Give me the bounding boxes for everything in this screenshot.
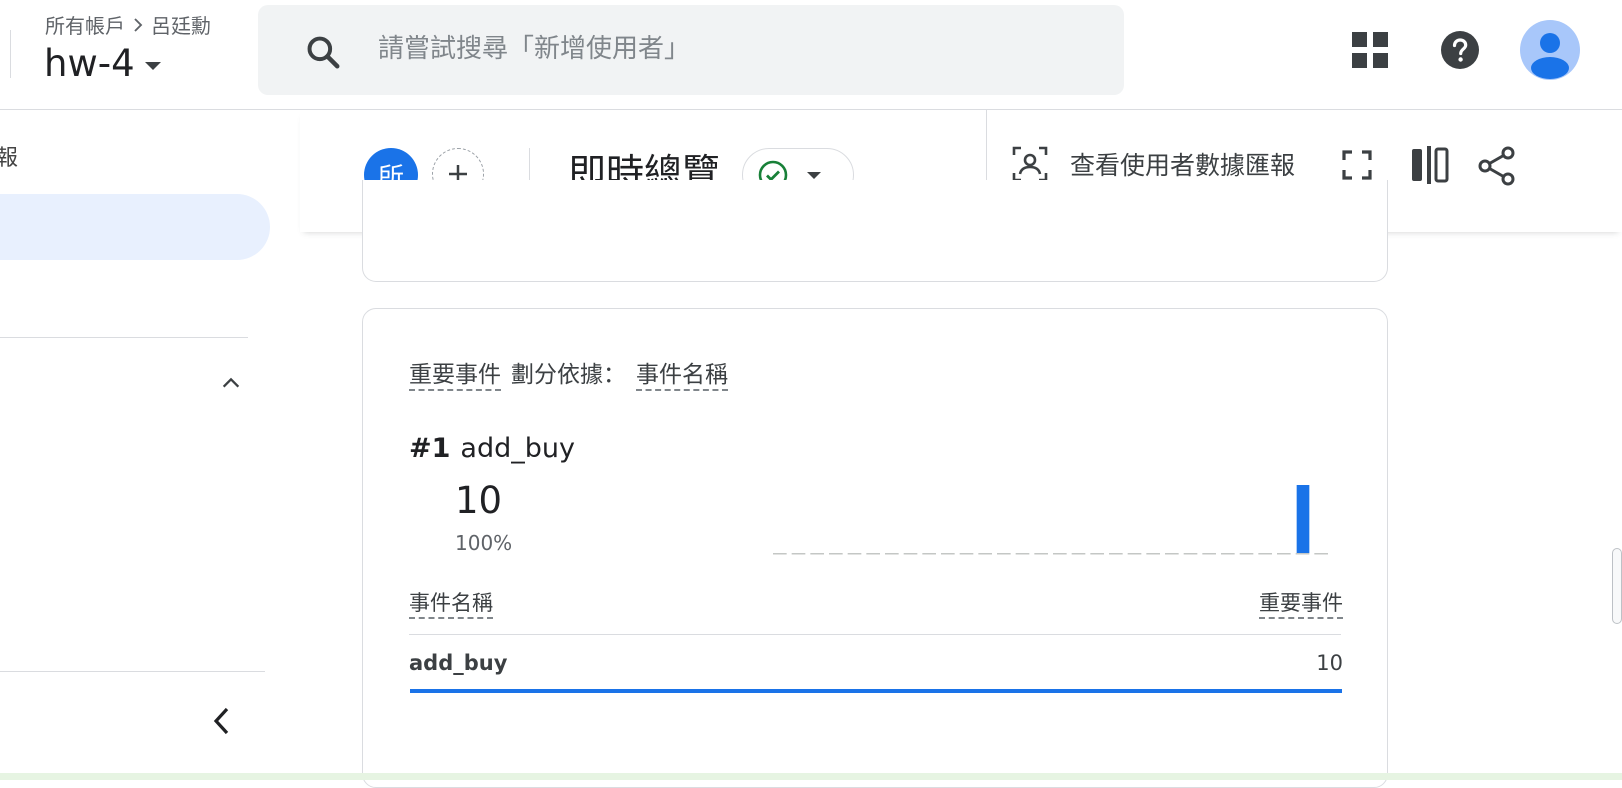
sidebar-divider	[0, 337, 248, 338]
chart-baseline-tick	[1015, 553, 1030, 555]
property-selector[interactable]: hw-4	[44, 42, 161, 85]
chart-baseline-tick	[1221, 553, 1235, 555]
chart-bar[interactable]	[1296, 485, 1310, 553]
key-events-card: 重要事件 劃分依據： 事件名稱 #1 add_buy 10 100% 事件名稱 重…	[362, 308, 1388, 788]
chart-baseline-tick	[866, 553, 880, 555]
metric-selector[interactable]: 重要事件	[409, 355, 501, 391]
chart-baseline-tick	[922, 553, 936, 555]
chevron-right-icon	[134, 17, 143, 32]
breadcrumb[interactable]: 所有帳戶 呂廷勳	[45, 10, 211, 39]
sparkline-chart	[773, 485, 1328, 555]
collapse-sidebar-icon[interactable]	[210, 705, 232, 737]
table-row-value: 10	[1316, 651, 1343, 675]
table-divider	[409, 634, 1341, 635]
chart-baseline-tick	[1109, 553, 1123, 555]
table-row-name: add_buy	[409, 651, 508, 675]
bottom-edge	[0, 773, 1622, 780]
chart-baseline-tick	[1183, 553, 1198, 555]
chart-baseline-tick	[791, 553, 806, 555]
search-icon	[307, 36, 340, 69]
chart-baseline-tick	[810, 553, 824, 555]
fullscreen-icon[interactable]	[1342, 150, 1372, 180]
top-name: add_buy	[460, 433, 575, 464]
help-icon[interactable]	[1440, 30, 1480, 70]
chevron-up-icon[interactable]	[220, 372, 242, 394]
chart-baseline-tick	[773, 553, 787, 555]
chart-baseline-tick	[1314, 553, 1328, 555]
title-by-label: 劃分依據：	[511, 362, 626, 388]
sidebar-item-label[interactable]: 報	[0, 140, 18, 172]
chart-baseline-tick	[1071, 553, 1086, 555]
share-icon[interactable]	[1478, 146, 1516, 186]
chart-baseline-tick	[1165, 553, 1179, 555]
sidebar-divider	[0, 671, 265, 672]
chart-baseline-tick	[941, 553, 955, 555]
compare-columns-icon[interactable]	[1410, 146, 1450, 184]
chart-baseline-tick	[1258, 553, 1272, 555]
view-user-snapshot-button[interactable]: 查看使用者數據匯報	[1012, 146, 1295, 182]
account-avatar[interactable]	[1520, 20, 1580, 80]
chart-baseline-tick	[1277, 553, 1291, 555]
divider	[10, 30, 11, 78]
previous-card	[362, 180, 1388, 282]
chart-baseline-tick	[1127, 553, 1142, 555]
chart-baseline-tick	[1202, 553, 1216, 555]
chart-baseline-tick	[847, 553, 862, 555]
top-app-bar: 所有帳戶 呂廷勳 hw-4	[0, 0, 1622, 110]
search-input[interactable]	[378, 27, 1078, 71]
scrollbar-thumb[interactable]	[1612, 548, 1622, 624]
person-icon	[1531, 33, 1569, 79]
user-snapshot-icon	[1012, 146, 1048, 182]
search-bar[interactable]	[258, 5, 1124, 95]
top-rank: #1	[409, 433, 451, 464]
chart-baseline-tick	[978, 553, 992, 555]
property-name: hw-4	[44, 42, 135, 85]
chart-baseline-tick	[885, 553, 899, 555]
chart-baseline-tick	[903, 553, 918, 555]
card-title: 重要事件 劃分依據： 事件名稱	[409, 355, 728, 391]
sidebar-item-active[interactable]	[0, 194, 270, 260]
column-header-event-name[interactable]: 事件名稱	[409, 587, 493, 619]
chart-baseline-tick	[959, 553, 974, 555]
top-value: 10	[455, 479, 503, 522]
chart-baseline-tick	[1239, 553, 1254, 555]
chart-baseline-tick	[1090, 553, 1104, 555]
view-user-snapshot-label: 查看使用者數據匯報	[1070, 151, 1296, 180]
dimension-selector[interactable]: 事件名稱	[636, 355, 728, 391]
caret-down-icon	[807, 171, 821, 179]
chart-baseline-tick	[1034, 553, 1048, 555]
table-row-share-bar	[410, 689, 1342, 693]
column-header-key-events[interactable]: 重要事件	[1259, 587, 1343, 619]
apps-grid-icon[interactable]	[1352, 32, 1388, 68]
chart-baseline-tick	[1146, 553, 1160, 555]
breadcrumb-root[interactable]: 所有帳戶	[45, 10, 125, 39]
caret-down-icon	[144, 61, 161, 70]
chart-baseline-tick	[1295, 553, 1310, 555]
chart-baseline-tick	[997, 553, 1011, 555]
chart-baseline-tick	[1053, 553, 1067, 555]
top-item: #1 add_buy	[409, 433, 575, 464]
top-percent: 100%	[455, 531, 513, 555]
chart-baseline-tick	[829, 553, 843, 555]
breadcrumb-account[interactable]: 呂廷勳	[151, 10, 211, 39]
